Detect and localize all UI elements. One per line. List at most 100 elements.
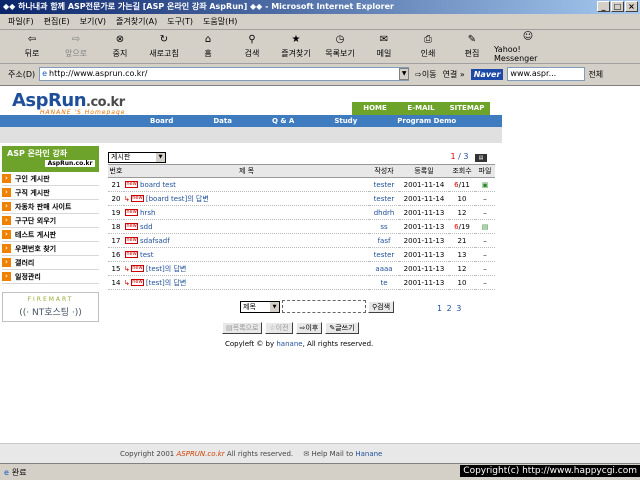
mail-button[interactable]: ✉ 메일 bbox=[362, 32, 406, 62]
menu-favorites[interactable]: 즐겨찾기(A) bbox=[116, 16, 157, 27]
favorites-button[interactable]: ★ 즐겨찾기 bbox=[274, 32, 318, 62]
row-title-cell[interactable]: ↳ new [test]의 답변 bbox=[124, 261, 369, 276]
nt-hosting-banner[interactable]: FIREMART ((· NT호스팅 ·)) bbox=[2, 292, 99, 322]
table-row[interactable]: 14 ↳ new [test]의 답변 te 2001-11-13 10– bbox=[108, 275, 495, 290]
stop-button[interactable]: ⊗ 중지 bbox=[98, 32, 142, 62]
site-logo[interactable]: AspRun.co.kr bbox=[12, 90, 125, 111]
row-writer[interactable]: te bbox=[369, 275, 399, 290]
print-button[interactable]: ⎙ 인쇄 bbox=[406, 32, 450, 62]
menu-view[interactable]: 보기(V) bbox=[80, 16, 106, 27]
messenger-button[interactable]: ☺ Yahoo! Messenger bbox=[494, 31, 562, 63]
table-row[interactable]: 19 new hrsh dhdrh 2001-11-13 12– bbox=[108, 205, 495, 220]
table-row[interactable]: 20 ↳ new [board test]의 답변 tester 2001-11-14 10… bbox=[108, 191, 495, 206]
sidebar-item-job-seek[interactable]: › 구직 게시판 bbox=[2, 186, 99, 200]
table-row[interactable]: 17 new sdafsadf fasf 2001-11-13 21– bbox=[108, 233, 495, 248]
row-file: ▣ bbox=[475, 177, 495, 192]
row-title[interactable]: hrsh bbox=[140, 209, 155, 217]
sidebar-item-schedule[interactable]: › 일정관리 bbox=[2, 270, 99, 284]
row-writer[interactable]: tester bbox=[369, 247, 399, 262]
sidebar-item-multiplication[interactable]: › 구구단 외우기 bbox=[2, 214, 99, 228]
forward-button[interactable]: ⇨ 앞으로 bbox=[54, 32, 98, 62]
row-title-cell[interactable]: ↳ new [test]의 답변 bbox=[124, 275, 369, 290]
sidebar-item-zipcode[interactable]: › 우편번호 찾기 bbox=[2, 242, 99, 256]
menu-help[interactable]: 도움말(H) bbox=[203, 16, 237, 27]
row-writer[interactable]: dhdrh bbox=[369, 205, 399, 220]
search-input[interactable] bbox=[282, 300, 366, 313]
search-field-select[interactable]: 제목 ▼ bbox=[240, 300, 280, 313]
nav-program-demo[interactable]: Program Demo bbox=[397, 115, 456, 127]
row-writer[interactable]: tester bbox=[369, 177, 399, 192]
nav-study[interactable]: Study bbox=[334, 115, 357, 127]
row-writer[interactable]: fasf bbox=[369, 233, 399, 248]
prev-button[interactable]: ☆이전 bbox=[265, 322, 293, 334]
row-title[interactable]: test bbox=[140, 251, 153, 259]
list-view-icon[interactable]: ▤ bbox=[475, 154, 487, 162]
row-title-cell[interactable]: new sdafsadf bbox=[124, 233, 369, 248]
go-button[interactable]: ⇨이동 bbox=[415, 69, 436, 80]
search-submit-button[interactable]: ⚲검색 bbox=[368, 300, 395, 313]
menu-tools[interactable]: 도구(T) bbox=[167, 16, 193, 27]
row-title[interactable]: [test]의 답변 bbox=[146, 279, 186, 287]
col-date: 등록일 bbox=[399, 164, 449, 178]
row-title-cell[interactable]: ↳ new [board test]의 답변 bbox=[124, 191, 369, 206]
next-button[interactable]: ⇨이후 bbox=[295, 322, 323, 334]
top-link-sitemap[interactable]: SITEMAP bbox=[444, 102, 490, 115]
refresh-button[interactable]: ↻ 새로고침 bbox=[142, 32, 186, 62]
row-title-cell[interactable]: new board test bbox=[124, 177, 369, 192]
menu-file[interactable]: 파일(F) bbox=[8, 16, 34, 27]
row-title[interactable]: [test]의 답변 bbox=[146, 265, 186, 273]
close-button[interactable]: × bbox=[625, 1, 638, 12]
row-writer[interactable]: tester bbox=[369, 191, 399, 206]
pagination[interactable]: 1 2 3 bbox=[437, 304, 462, 313]
row-hits: 6/11 bbox=[449, 177, 475, 192]
write-button[interactable]: ✎글쓰기 bbox=[325, 322, 359, 334]
copyright-ribbon: Copyright(c) http://www.happycgi.com bbox=[460, 465, 640, 477]
row-writer[interactable]: ss bbox=[369, 219, 399, 234]
search-label: 검색 bbox=[244, 49, 260, 58]
sidebar-item-job-offer[interactable]: › 구인 게시판 bbox=[2, 172, 99, 186]
site-footer: Copyright 2001 ASPRUN.co.kr All rights r… bbox=[0, 443, 640, 463]
nav-board[interactable]: Board bbox=[150, 115, 173, 127]
row-title-cell[interactable]: new test bbox=[124, 247, 369, 262]
sidebar-item-gallery[interactable]: › 갤러리 bbox=[2, 256, 99, 270]
nav-data[interactable]: Data bbox=[213, 115, 232, 127]
menu-edit[interactable]: 편집(E) bbox=[44, 16, 70, 27]
sidebar-item-test-board[interactable]: › 테스트 게시판 bbox=[2, 228, 99, 242]
row-date: 2001-11-13 bbox=[399, 261, 449, 276]
maximize-button[interactable]: □ bbox=[611, 1, 624, 12]
row-writer[interactable]: aaaa bbox=[369, 261, 399, 276]
row-title[interactable]: board test bbox=[140, 181, 176, 189]
links-button[interactable]: 연결 » bbox=[443, 69, 465, 80]
row-title[interactable]: [board test]의 답변 bbox=[146, 195, 209, 203]
search-button[interactable]: ⚲ 검색 bbox=[230, 32, 274, 62]
table-row[interactable]: 21 new board test tester 2001-11-14 6/11 ▣ bbox=[108, 177, 495, 192]
history-button[interactable]: ◷ 목록보기 bbox=[318, 32, 362, 62]
top-link-home[interactable]: HOME bbox=[352, 102, 398, 115]
row-title-cell[interactable]: new sdd bbox=[124, 219, 369, 234]
table-row[interactable]: 18 new sdd ss 2001-11-13 6/19 ▤ bbox=[108, 219, 495, 234]
minimize-button[interactable]: _ bbox=[597, 1, 610, 12]
list-button[interactable]: ▤목록으로 bbox=[222, 322, 263, 334]
board-category-select[interactable]: 게시판 ▼ bbox=[108, 151, 166, 163]
row-title-cell[interactable]: new hrsh bbox=[124, 205, 369, 220]
back-button[interactable]: ⇦ 뒤로 bbox=[10, 32, 54, 62]
row-number: 17 bbox=[108, 233, 124, 248]
footer-mail-link[interactable]: Hanane bbox=[355, 450, 382, 458]
naver-scope[interactable]: 전체 bbox=[588, 69, 603, 80]
row-title[interactable]: sdafsadf bbox=[140, 237, 170, 245]
home-button[interactable]: ⌂ 홈 bbox=[186, 32, 230, 62]
sidebar-item-car-sales[interactable]: › 자동차 판매 사이트 bbox=[2, 200, 99, 214]
address-url: http://www.asprun.co.kr/ bbox=[49, 69, 148, 78]
nav-qna[interactable]: Q & A bbox=[272, 115, 294, 127]
address-input[interactable]: e http://www.asprun.co.kr/ bbox=[39, 67, 410, 81]
edit-button[interactable]: ✎ 편집 bbox=[450, 32, 494, 62]
naver-search-input[interactable]: www.aspr... bbox=[507, 67, 586, 81]
address-dropdown-icon[interactable]: ▼ bbox=[399, 68, 410, 80]
copyleft-author-link[interactable]: hanane bbox=[276, 340, 302, 348]
top-link-email[interactable]: E-MAIL bbox=[398, 102, 444, 115]
table-row[interactable]: 15 ↳ new [test]의 답변 aaaa 2001-11-13 12– bbox=[108, 261, 495, 276]
table-row[interactable]: 16 new test tester 2001-11-13 13– bbox=[108, 247, 495, 262]
row-title[interactable]: sdd bbox=[140, 223, 153, 231]
back-arrow-icon: ⇦ bbox=[27, 34, 37, 45]
page-done-icon: e bbox=[4, 467, 9, 477]
